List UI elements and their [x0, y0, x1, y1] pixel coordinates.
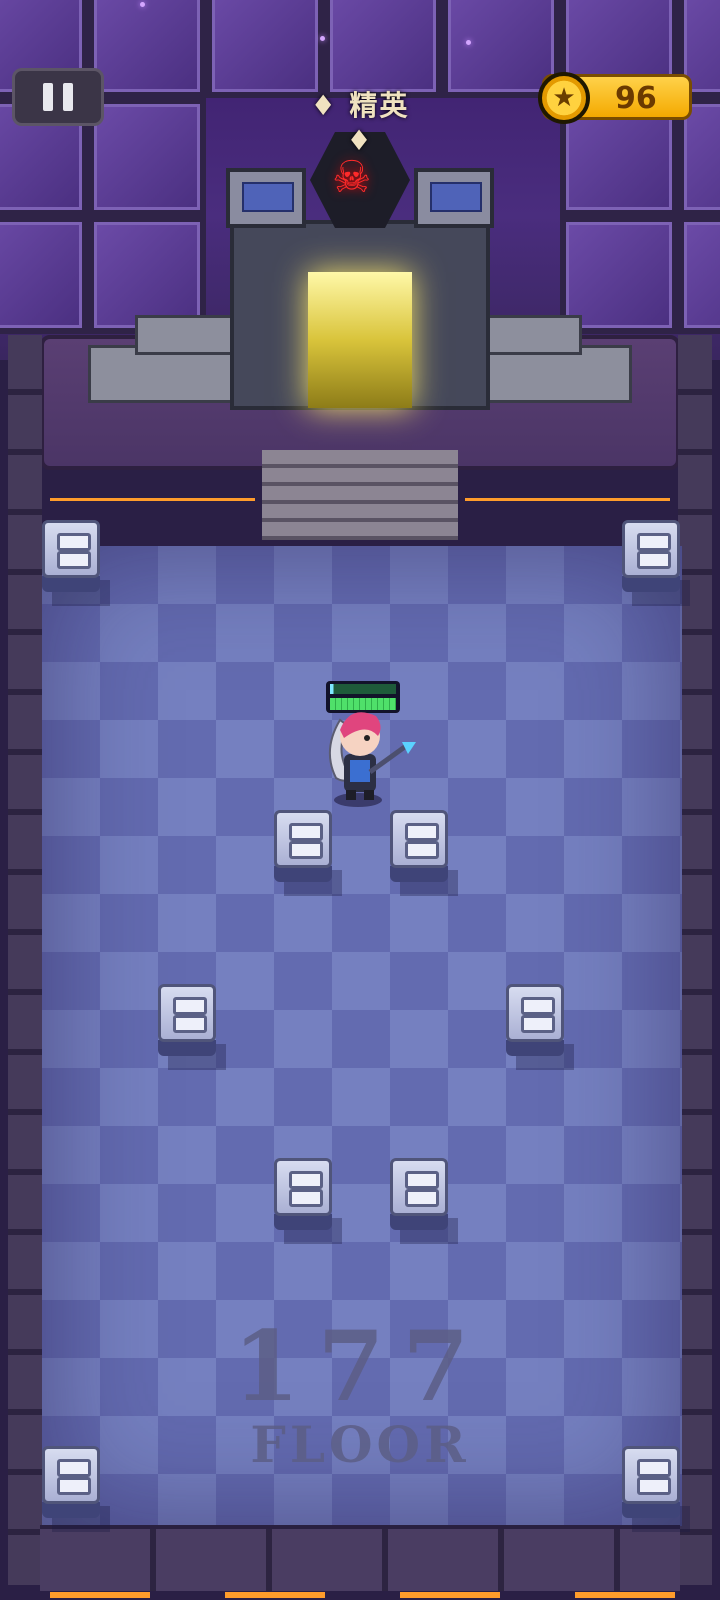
boss-door[interactable]	[308, 272, 412, 408]
cabinet-obstacle	[622, 1446, 690, 1532]
window-pane	[0, 216, 88, 334]
star-coin-icon: ★	[538, 72, 590, 124]
cabinet-obstacle	[390, 810, 458, 896]
left-steps	[135, 315, 235, 355]
floor-label: FLOOR	[250, 1415, 470, 1474]
trim-line	[465, 498, 670, 501]
right-steps	[482, 315, 582, 355]
coin-count: 96	[615, 81, 657, 116]
trim-line	[575, 1592, 675, 1598]
trim-line	[225, 1592, 325, 1598]
cabinet-obstacle	[274, 1158, 342, 1244]
trim-line	[50, 498, 255, 501]
trim-line	[50, 1592, 150, 1598]
floor-number: 177	[232, 1310, 488, 1423]
pause-icon	[43, 83, 73, 111]
sparkle	[466, 40, 471, 45]
cabinet-obstacle	[506, 984, 574, 1070]
difficulty-label: ♦ 精英 ♦	[310, 89, 410, 157]
sparkle	[140, 2, 145, 7]
window-pane	[88, 0, 206, 98]
cabinet-obstacle	[274, 810, 342, 896]
left-wall	[8, 335, 42, 1585]
sparkle	[320, 36, 325, 41]
gate-tower-right	[414, 168, 494, 228]
right-wall	[678, 335, 712, 1585]
window-pane	[88, 98, 206, 216]
cabinet-obstacle	[158, 984, 226, 1070]
entry-stairs	[262, 450, 458, 540]
cabinet-obstacle	[42, 520, 110, 606]
gate-tower-left	[226, 168, 306, 228]
pause-button[interactable]	[12, 68, 104, 126]
cabinet-obstacle	[390, 1158, 458, 1244]
skull-icon: ☠	[332, 152, 372, 203]
trim-line	[400, 1592, 500, 1598]
bottom-wall	[40, 1525, 680, 1591]
player-character	[320, 680, 420, 810]
cabinet-obstacle	[622, 520, 690, 606]
cabinet-obstacle	[42, 1446, 110, 1532]
window-pane	[678, 216, 720, 334]
